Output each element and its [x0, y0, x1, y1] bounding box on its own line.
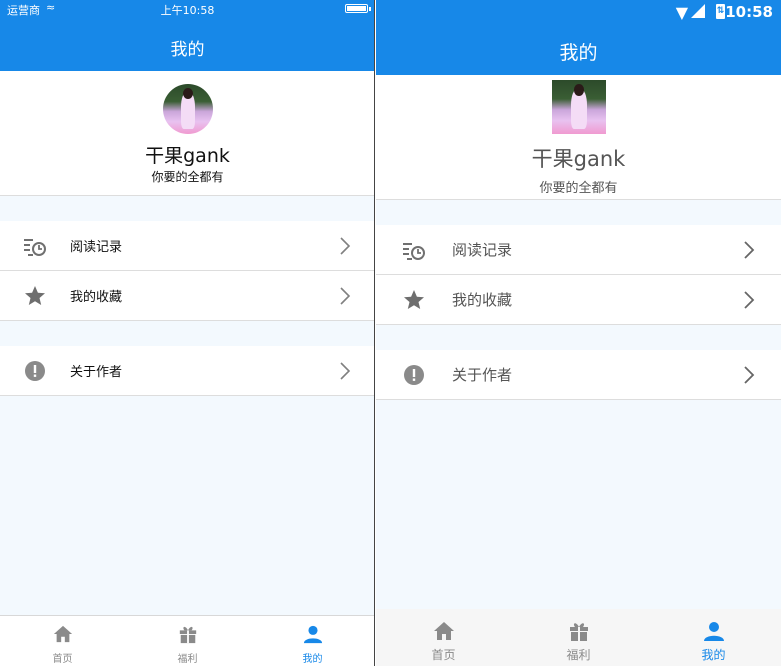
gift-icon — [179, 626, 196, 644]
tab-mine[interactable]: 我的 — [250, 616, 374, 666]
tab-mine[interactable]: 我的 — [646, 609, 781, 666]
menu-item-reading-history[interactable]: 阅读记录 — [376, 225, 781, 275]
chevron-right-icon — [744, 291, 755, 309]
android-screen: ▼ ⇅ 10:58 我的 干果gank 你要的全都有 阅读记录 我的收藏 关于作… — [376, 0, 781, 666]
app-bar: 运营商 ≈ 上午10:58 我的 — [0, 0, 374, 71]
history-icon — [403, 243, 425, 260]
menu-item-favorites[interactable]: 我的收藏 — [0, 271, 374, 321]
profile-card: 干果gank 你要的全都有 — [0, 71, 374, 196]
home-icon — [433, 622, 454, 640]
menu-label: 我的收藏 — [70, 290, 123, 305]
status-bar: ▼ ⇅ 10:58 — [581, 0, 781, 25]
battery-icon: ⇅ — [716, 4, 725, 19]
tab-label: 我的 — [701, 648, 726, 662]
avatar[interactable] — [163, 84, 213, 134]
tab-label: 我的 — [302, 654, 323, 665]
menu-item-about-author[interactable]: 关于作者 — [0, 346, 374, 396]
battery-icon — [345, 4, 371, 13]
star-icon — [404, 290, 424, 309]
profile-signature: 你要的全都有 — [151, 170, 224, 184]
tab-bar: 首页 福利 我的 — [376, 609, 781, 666]
ios-screen: 运营商 ≈ 上午10:58 我的 干果gank 你要的全都有 阅读记录 我的收藏 — [0, 0, 375, 666]
profile-signature: 你要的全都有 — [539, 181, 618, 196]
avatar[interactable] — [552, 80, 606, 134]
tab-welfare[interactable]: 福利 — [125, 616, 250, 666]
page-title: 我的 — [170, 40, 205, 60]
info-icon — [404, 365, 424, 385]
tab-label: 首页 — [52, 654, 73, 665]
gift-icon — [569, 623, 588, 641]
status-time: 10:58 — [725, 3, 773, 21]
chevron-right-icon — [744, 241, 755, 259]
chevron-right-icon — [340, 237, 351, 255]
tab-label: 福利 — [177, 654, 198, 665]
chevron-right-icon — [340, 362, 351, 380]
user-icon — [303, 625, 322, 644]
menu-label: 关于作者 — [452, 366, 513, 384]
profile-card: 干果gank 你要的全都有 — [376, 75, 781, 200]
app-bar: ▼ ⇅ 10:58 我的 — [376, 0, 781, 75]
signal-icon — [691, 4, 705, 18]
info-icon — [25, 361, 45, 381]
page-title: 我的 — [559, 42, 598, 64]
menu-label: 我的收藏 — [452, 291, 513, 309]
menu-item-favorites[interactable]: 我的收藏 — [376, 275, 781, 325]
menu-item-reading-history[interactable]: 阅读记录 — [0, 221, 374, 271]
tab-label: 首页 — [431, 648, 456, 662]
star-icon — [25, 286, 45, 305]
tab-label: 福利 — [566, 648, 591, 662]
history-icon — [24, 239, 46, 256]
menu-item-about-author[interactable]: 关于作者 — [376, 350, 781, 400]
status-time: 上午10:58 — [160, 4, 215, 17]
chevron-right-icon — [340, 287, 351, 305]
user-icon — [703, 622, 724, 641]
profile-name: 干果gank — [145, 145, 230, 167]
wifi-icon: ▼ — [675, 3, 688, 22]
menu-label: 关于作者 — [70, 365, 123, 380]
chevron-right-icon — [744, 366, 755, 384]
tab-home[interactable]: 首页 — [0, 616, 125, 666]
tab-bar: 首页 福利 我的 — [0, 615, 374, 666]
status-bar: 运营商 ≈ 上午10:58 — [0, 1, 374, 17]
tab-home[interactable]: 首页 — [376, 609, 511, 666]
menu-label: 阅读记录 — [70, 240, 123, 255]
profile-name: 干果gank — [531, 147, 626, 171]
tab-welfare[interactable]: 福利 — [511, 609, 646, 666]
menu-label: 阅读记录 — [452, 241, 513, 259]
home-icon — [53, 625, 72, 643]
